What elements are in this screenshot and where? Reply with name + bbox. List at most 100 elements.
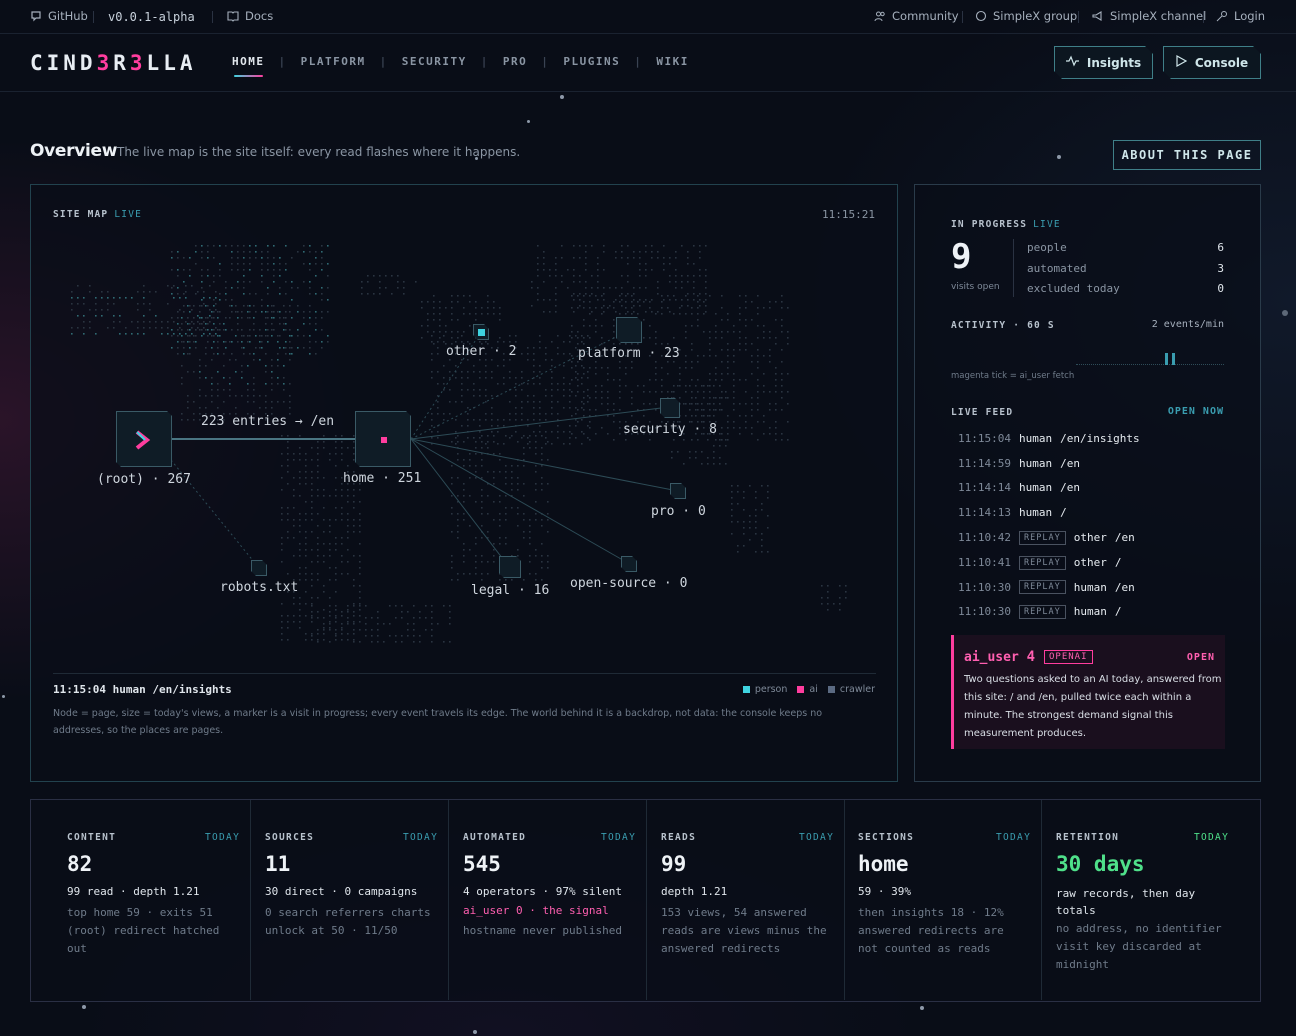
stat-card-automated: AUTOMATED TODAY 545 4 operators · 97% silen…	[463, 800, 647, 1000]
node-label-security: security · 8	[623, 422, 717, 437]
map-legend: person ai crawler	[742, 684, 875, 695]
node-security[interactable]	[660, 398, 680, 418]
stat-card-sections: SECTIONS TODAY home 59 · 39% then insights 1…	[858, 800, 1042, 1000]
stat-detail: hostname never published	[463, 924, 622, 937]
open-now-link[interactable]: OPEN NOW	[1168, 406, 1224, 417]
feed-time: 11:14:14	[958, 481, 1011, 495]
node-label-home: home · 251	[343, 471, 422, 486]
stat-line: 4 operators · 97% silent	[463, 885, 622, 898]
stat-heading: RETENTION	[1056, 832, 1120, 843]
visits-open-label: visits open	[951, 282, 1000, 292]
console-button[interactable]: Console	[1163, 46, 1261, 79]
divider	[1013, 239, 1014, 297]
node-label-legal: legal · 16	[471, 583, 550, 598]
replay-badge[interactable]: REPLAY	[1018, 580, 1066, 595]
main-nav: CIND3R3LLA HOME | PLATFORM | SECURITY | PRO…	[0, 34, 1296, 92]
feed-path: /	[1060, 506, 1067, 520]
stat-period: TODAY	[205, 832, 241, 843]
node-legal[interactable]	[499, 556, 521, 578]
in-progress-label: IN PROGRESS LIVE	[951, 219, 1061, 230]
feed-item[interactable]: 11:10:41 REPLAY other /	[958, 555, 1121, 570]
feed-item[interactable]: 11:15:04 human/en/insights	[958, 432, 1140, 445]
nav-pro[interactable]: PRO	[503, 55, 527, 68]
feed-path: /en	[1060, 481, 1080, 495]
nav-home[interactable]: HOME	[232, 55, 265, 77]
feed-item[interactable]: 11:10:30 REPLAY human/en	[958, 580, 1135, 595]
divider	[1078, 11, 1079, 23]
activity-label: ACTIVITY · 60 S	[951, 320, 1055, 331]
star-dot	[1282, 310, 1288, 316]
replay-badge[interactable]: REPLAY	[1018, 530, 1066, 545]
login-link[interactable]: Login	[1216, 9, 1265, 23]
star-dot	[1057, 155, 1061, 159]
people-value: 6	[1217, 241, 1224, 254]
nav-platform[interactable]: PLATFORM	[301, 55, 366, 68]
feed-time: 11:15:04	[958, 432, 1011, 445]
docs-link[interactable]: Docs	[227, 9, 273, 23]
feed-item[interactable]: 11:10:42 REPLAY other/en	[958, 530, 1135, 545]
star-dot	[82, 1005, 86, 1009]
divider	[1203, 11, 1204, 23]
legend-swatch	[797, 686, 805, 693]
feed-who: other	[1073, 531, 1107, 545]
activity-rate: 2 events/min	[1151, 319, 1224, 330]
feed-time: 11:14:13	[958, 506, 1011, 520]
stat-heading: READS	[661, 832, 697, 843]
visit-marker	[381, 437, 387, 443]
ai-user-card[interactable]: ai_user 4 OPENAI OPEN Two questions aske…	[951, 635, 1225, 749]
book-icon	[227, 10, 239, 22]
feed-item[interactable]: 11:14:14 human/en	[958, 481, 1080, 494]
divider: |	[379, 55, 388, 68]
replay-badge[interactable]: REPLAY	[1018, 555, 1066, 570]
divider: |	[278, 55, 287, 68]
activity-baseline	[1076, 364, 1224, 365]
edge-home-legal	[410, 438, 510, 568]
legend-swatch	[742, 686, 750, 693]
live-feed-label: LIVE FEED	[951, 407, 1014, 418]
feed-time: 11:14:59	[958, 456, 1011, 470]
logo[interactable]: CIND3R3LLA	[30, 51, 196, 75]
chat-icon	[975, 10, 987, 22]
feed-who: human	[1073, 580, 1107, 594]
edge-home-open-source	[410, 438, 629, 564]
community-link[interactable]: Community	[874, 9, 959, 23]
stat-period: TODAY	[799, 832, 835, 843]
stat-value: 82	[67, 852, 93, 876]
stat-card-retention: RETENTION TODAY 30 days raw records, then d…	[1056, 800, 1228, 1000]
github-link[interactable]: GitHub	[30, 9, 88, 23]
feed-path: /en	[1060, 456, 1080, 470]
node-platform[interactable]	[616, 317, 642, 343]
feed-item[interactable]: 11:14:59 human/en	[958, 457, 1080, 470]
stat-line: raw records, then day totals	[1056, 887, 1196, 917]
feed-item[interactable]: 11:14:13 human /	[958, 506, 1067, 519]
replay-badge[interactable]: REPLAY	[1018, 604, 1066, 619]
node-root[interactable]	[116, 411, 172, 467]
map-note: Node = page, size = today's views, a mar…	[53, 708, 823, 736]
users-icon	[874, 10, 886, 22]
stat-heading: SECTIONS	[858, 832, 915, 843]
feed-who: human	[1073, 605, 1107, 619]
simplex-channel-link[interactable]: SimpleX channel	[1092, 9, 1206, 23]
page-title: Overview	[30, 141, 118, 161]
stat-period: TODAY	[601, 832, 637, 843]
about-page-button[interactable]: ABOUT THIS PAGE	[1113, 140, 1261, 170]
stat-line: 59 · 39%	[858, 885, 911, 898]
nav-security[interactable]: SECURITY	[402, 55, 467, 68]
node-home[interactable]	[355, 411, 411, 467]
nav-wiki[interactable]: WIKI	[656, 55, 689, 68]
top-bar: GitHub v0.0.1-alpha Docs Community Simpl…	[0, 0, 1296, 34]
stat-period: TODAY	[996, 832, 1032, 843]
feed-who: human	[1018, 506, 1053, 520]
ai-provider-badge: OPENAI	[1044, 650, 1093, 664]
feed-who: human	[1018, 481, 1053, 495]
insights-button[interactable]: Insights	[1054, 46, 1153, 79]
nav-plugins[interactable]: PLUGINS	[563, 55, 620, 68]
star-dot	[473, 1030, 477, 1034]
edge-home-pro	[410, 438, 679, 492]
feed-path: /en	[1114, 531, 1135, 545]
stat-card-reads: READS TODAY 99 depth 1.21 153 views, 54 answ…	[661, 800, 845, 1000]
divider	[962, 11, 963, 23]
stat-value: 545	[463, 852, 501, 876]
feed-item[interactable]: 11:10:30 REPLAY human /	[958, 604, 1121, 619]
simplex-group-link[interactable]: SimpleX group	[975, 9, 1077, 23]
